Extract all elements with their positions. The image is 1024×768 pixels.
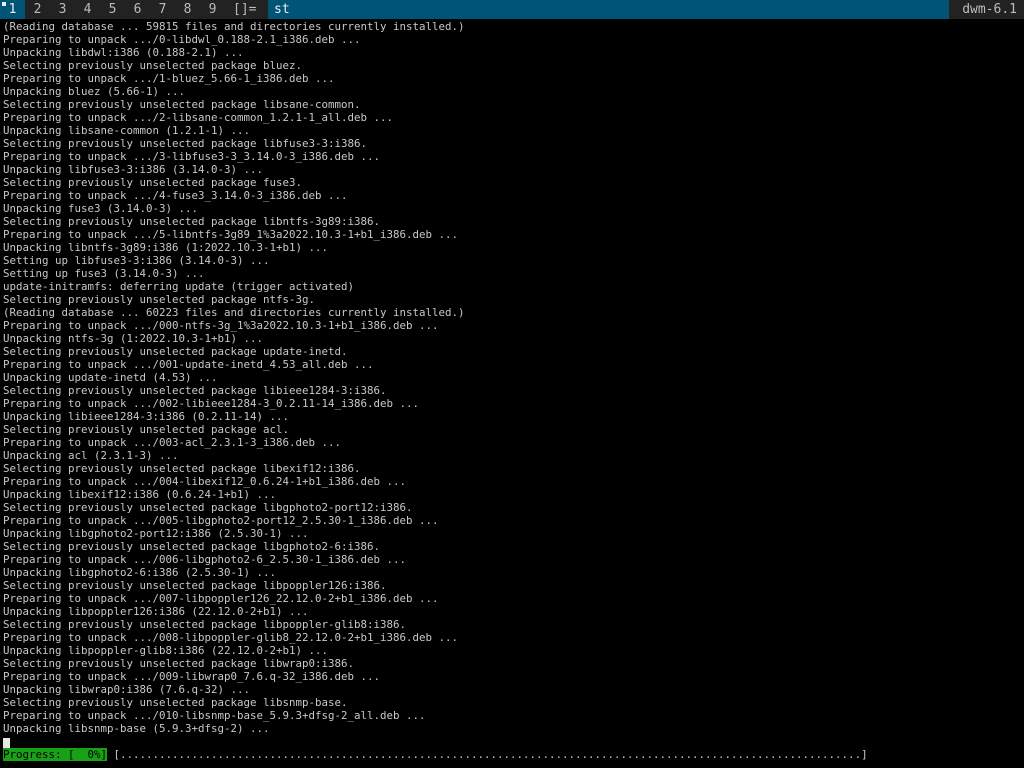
terminal-line: Preparing to unpack .../1-bluez_5.66-1_i…	[3, 72, 335, 85]
terminal-line: Setting up libfuse3-3:i386 (3.14.0-3) ..…	[3, 254, 270, 267]
terminal-line: Selecting previously unselected package …	[3, 657, 355, 670]
terminal-line: Preparing to unpack .../3-libfuse3-3_3.1…	[3, 150, 381, 163]
terminal-line: Unpacking libwrap0:i386 (7.6.q-32) ...	[3, 683, 251, 696]
terminal-line: Setting up fuse3 (3.14.0-3) ...	[3, 267, 205, 280]
terminal-line: Selecting previously unselected package …	[3, 293, 316, 306]
status-text: dwm-6.1	[962, 2, 1017, 17]
terminal-line: Selecting previously unselected package …	[3, 345, 348, 358]
terminal-line: Selecting previously unselected package …	[3, 384, 387, 397]
tag-8[interactable]: 8	[175, 0, 200, 19]
terminal-line: Unpacking bluez (5.66-1) ...	[3, 85, 186, 98]
terminal-line: Preparing to unpack .../003-acl_2.3.1-3_…	[3, 436, 342, 449]
terminal-window[interactable]: (Reading database ... 59815 files and di…	[0, 19, 1024, 768]
terminal-line: Unpacking fuse3 (3.14.0-3) ...	[3, 202, 199, 215]
terminal-line: Preparing to unpack .../007-libpoppler12…	[3, 592, 439, 605]
terminal-line: Unpacking update-inetd (4.53) ...	[3, 371, 218, 384]
tag-label: 4	[83, 2, 92, 17]
terminal-line: Unpacking acl (2.3.1-3) ...	[3, 449, 179, 462]
terminal-line: Unpacking libgphoto2-port12:i386 (2.5.30…	[3, 527, 309, 540]
terminal-line: Unpacking libpoppler-glib8:i386 (22.12.0…	[3, 644, 329, 657]
tag-label: 9	[208, 2, 217, 17]
terminal-output: (Reading database ... 59815 files and di…	[3, 20, 465, 735]
tag-2[interactable]: 2	[25, 0, 50, 19]
terminal-line: Preparing to unpack .../004-libexif12_0.…	[3, 475, 407, 488]
layout-symbol[interactable]: []=	[233, 0, 256, 19]
terminal-line: update-initramfs: deferring update (trig…	[3, 280, 355, 293]
dwm-status-bar: 1 2 3 4 5 6 7 8 9 []= st dwm-6.1	[0, 0, 1024, 19]
terminal-line: Selecting previously unselected package …	[3, 618, 407, 631]
tag-label: 5	[108, 2, 117, 17]
tag-1[interactable]: 1	[0, 0, 25, 19]
terminal-line: Selecting previously unselected package …	[3, 423, 290, 436]
terminal-line: Unpacking libsnmp-base (5.9.3+dfsg-2) ..…	[3, 722, 270, 735]
terminal-line: Preparing to unpack .../000-ntfs-3g_1%3a…	[3, 319, 439, 332]
terminal-cursor	[3, 738, 10, 748]
apt-progress-row: Progress: [ 0%] [.......................…	[3, 748, 1013, 761]
tag-5[interactable]: 5	[100, 0, 125, 19]
terminal-line: Selecting previously unselected package …	[3, 501, 413, 514]
tag-label: 2	[33, 2, 42, 17]
terminal-line: Selecting previously unselected package …	[3, 462, 361, 475]
terminal-line: Unpacking libdwl:i386 (0.188-2.1) ...	[3, 46, 244, 59]
tag-3[interactable]: 3	[50, 0, 75, 19]
terminal-line: Selecting previously unselected package …	[3, 696, 348, 709]
tag-6[interactable]: 6	[125, 0, 150, 19]
terminal-line: (Reading database ... 59815 files and di…	[3, 20, 465, 33]
terminal-line: Preparing to unpack .../005-libgphoto2-p…	[3, 514, 439, 527]
tag-4[interactable]: 4	[75, 0, 100, 19]
tag-label: 7	[158, 2, 167, 17]
progress-label: Progress: [ 0%]	[3, 748, 108, 761]
terminal-line: Unpacking ntfs-3g (1:2022.10.3-1+b1) ...	[3, 332, 264, 345]
terminal-line: Selecting previously unselected package …	[3, 137, 368, 150]
terminal-line: Preparing to unpack .../001-update-inetd…	[3, 358, 374, 371]
terminal-line: Selecting previously unselected package …	[3, 215, 381, 228]
terminal-line: Preparing to unpack .../4-fuse3_3.14.0-3…	[3, 189, 348, 202]
progress-bar-track: [.......................................…	[113, 748, 868, 761]
tag-label: 6	[133, 2, 142, 17]
terminal-line: Selecting previously unselected package …	[3, 579, 387, 592]
terminal-line: Unpacking libpoppler126:i386 (22.12.0-2+…	[3, 605, 309, 618]
terminal-line: Unpacking libntfs-3g89:i386 (1:2022.10.3…	[3, 241, 329, 254]
terminal-line: Unpacking libsane-common (1.2.1-1) ...	[3, 124, 251, 137]
terminal-line: Unpacking libexif12:i386 (0.6.24-1+b1) .…	[3, 488, 277, 501]
terminal-line: Preparing to unpack .../006-libgphoto2-6…	[3, 553, 407, 566]
tag-label: 8	[183, 2, 192, 17]
terminal-line: Selecting previously unselected package …	[3, 98, 361, 111]
terminal-line: Preparing to unpack .../2-libsane-common…	[3, 111, 394, 124]
terminal-line: Preparing to unpack .../008-libpoppler-g…	[3, 631, 459, 644]
tag-label: 1	[8, 2, 17, 17]
window-title: st	[268, 0, 949, 19]
terminal-line: Preparing to unpack .../009-libwrap0_7.6…	[3, 670, 381, 683]
tag-7[interactable]: 7	[150, 0, 175, 19]
terminal-line: Unpacking libieee1284-3:i386 (0.2.11-14)…	[3, 410, 290, 423]
terminal-line: Selecting previously unselected package …	[3, 540, 381, 553]
terminal-line: Preparing to unpack .../5-libntfs-3g89_1…	[3, 228, 459, 241]
tag-9[interactable]: 9	[200, 0, 225, 19]
terminal-line: Selecting previously unselected package …	[3, 176, 303, 189]
tag-occupied-indicator	[2, 2, 6, 6]
terminal-line: (Reading database ... 60223 files and di…	[3, 306, 465, 319]
terminal-line: Unpacking libfuse3-3:i386 (3.14.0-3) ...	[3, 163, 264, 176]
terminal-line: Selecting previously unselected package …	[3, 59, 303, 72]
terminal-line: Preparing to unpack .../0-libdwl_0.188-2…	[3, 33, 361, 46]
terminal-line: Preparing to unpack .../002-libieee1284-…	[3, 397, 420, 410]
tag-label: 3	[58, 2, 67, 17]
terminal-line: Unpacking libgphoto2-6:i386 (2.5.30-1) .…	[3, 566, 277, 579]
terminal-line: Preparing to unpack .../010-libsnmp-base…	[3, 709, 426, 722]
